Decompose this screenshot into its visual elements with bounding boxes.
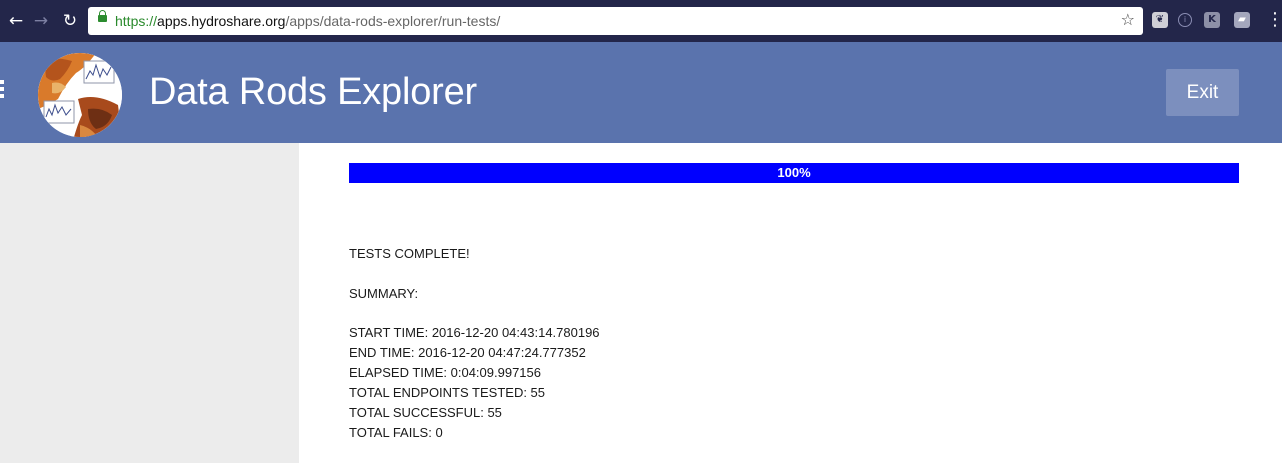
summary-successful: TOTAL SUCCESSFUL: 55 bbox=[349, 405, 502, 420]
summary-fails: TOTAL FAILS: 0 bbox=[349, 425, 443, 440]
summary-endpoints-tested: TOTAL ENDPOINTS TESTED: 55 bbox=[349, 385, 546, 400]
k-extension-icon[interactable]: K bbox=[1204, 12, 1220, 28]
browser-menu-icon[interactable]: ⋮ bbox=[1266, 10, 1282, 30]
summary-end-time: END TIME: 2016-12-20 04:47:24.777352 bbox=[349, 345, 586, 360]
progress-bar: 100% bbox=[349, 163, 1239, 183]
url-path: /apps/data-rods-explorer/run-tests/ bbox=[285, 13, 501, 29]
browser-toolbar: ← → ↻ https://apps.hydroshare.org/apps/d… bbox=[0, 0, 1282, 42]
bookmark-star-icon[interactable]: ☆ bbox=[1121, 11, 1135, 29]
summary-heading: SUMMARY: bbox=[349, 286, 419, 301]
evernote-extension-icon[interactable]: ❦ bbox=[1152, 12, 1168, 28]
summary-start-time: START TIME: 2016-12-20 04:43:14.780196 bbox=[349, 325, 600, 340]
app-title: Data Rods Explorer bbox=[149, 71, 477, 113]
back-arrow-icon[interactable]: ← bbox=[6, 9, 26, 33]
forward-arrow-icon[interactable]: → bbox=[31, 9, 51, 33]
main-content: 100% TESTS COMPLETE! SUMMARY: START TIME… bbox=[299, 143, 1282, 463]
sidebar bbox=[0, 143, 299, 463]
menu-toggle-icon[interactable] bbox=[0, 80, 6, 104]
status-text: TESTS COMPLETE! bbox=[349, 246, 470, 261]
url-text: https://apps.hydroshare.org/apps/data-ro… bbox=[115, 13, 500, 29]
app-logo[interactable] bbox=[38, 53, 122, 137]
address-bar[interactable]: https://apps.hydroshare.org/apps/data-ro… bbox=[88, 7, 1143, 35]
exit-button[interactable]: Exit bbox=[1166, 69, 1239, 116]
app-header: Data Rods Explorer Exit bbox=[0, 42, 1282, 143]
lock-icon bbox=[98, 10, 107, 22]
progress-fill: 100% bbox=[349, 163, 1239, 183]
info-extension-icon[interactable]: i bbox=[1178, 13, 1192, 27]
reload-icon[interactable]: ↻ bbox=[60, 9, 80, 33]
url-host: apps.hydroshare.org bbox=[157, 13, 286, 29]
url-scheme: https:// bbox=[115, 13, 158, 29]
summary-elapsed-time: ELAPSED TIME: 0:04:09.997156 bbox=[349, 365, 541, 380]
note-extension-icon[interactable]: ▰ bbox=[1234, 12, 1250, 28]
